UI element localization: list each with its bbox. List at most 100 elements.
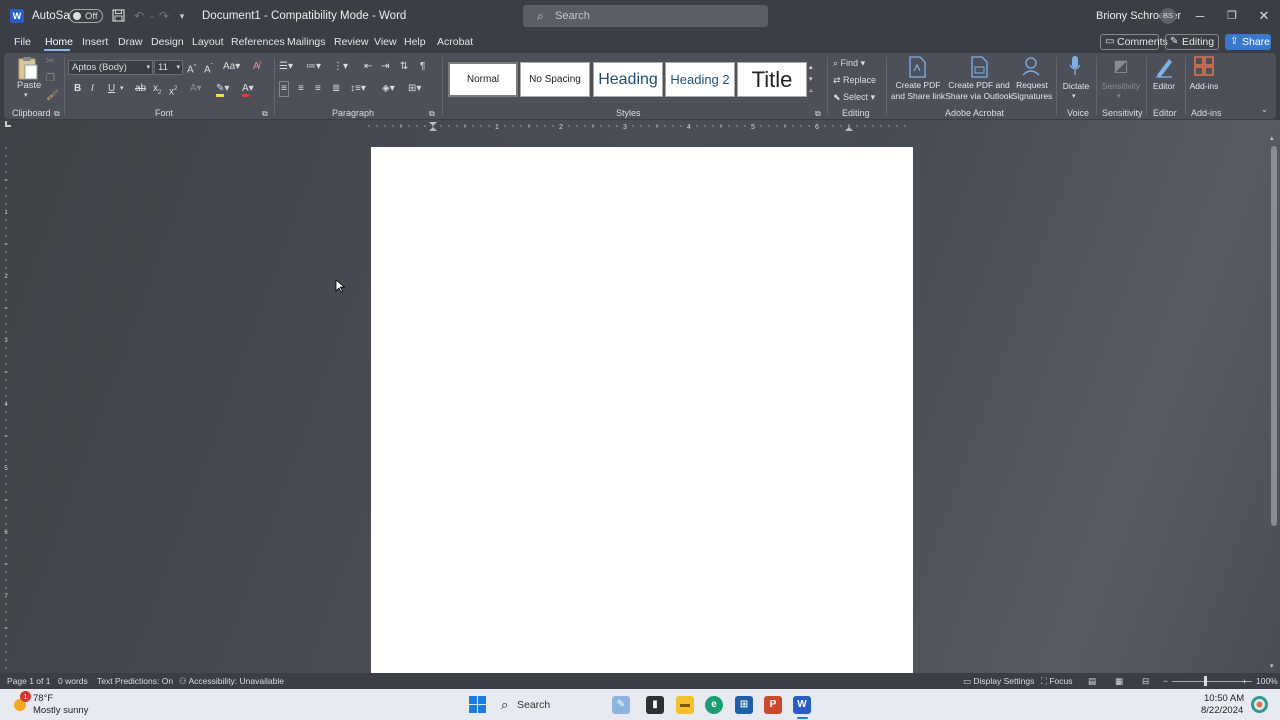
weather-temp[interactable]: 78°F: [33, 693, 53, 704]
bullets-icon[interactable]: ☰▾: [279, 60, 293, 74]
share-button[interactable]: ⇪ Share: [1225, 34, 1271, 50]
select-button[interactable]: ⬉ Select ▾: [833, 90, 875, 104]
task-view-icon[interactable]: ▮: [646, 696, 664, 714]
search-box[interactable]: ⌕: [523, 5, 768, 27]
copilot-icon[interactable]: [1251, 696, 1268, 716]
document-page[interactable]: [371, 147, 913, 673]
scroll-up-icon[interactable]: ▴: [1270, 134, 1274, 142]
zoom-level[interactable]: 100%: [1256, 676, 1278, 686]
tab-home[interactable]: Home: [45, 36, 73, 48]
dictate-dropdown-icon[interactable]: ▾: [1072, 90, 1076, 104]
vertical-scrollbar[interactable]: ▴ ▾: [1270, 134, 1278, 672]
collapse-ribbon-icon[interactable]: ⌄: [1261, 103, 1268, 117]
tab-help[interactable]: Help: [404, 36, 426, 48]
replace-button[interactable]: ⇄ Replace: [833, 73, 876, 87]
scrollbar-thumb[interactable]: [1271, 146, 1277, 526]
zoom-out-icon[interactable]: −: [1163, 676, 1168, 686]
weather-description[interactable]: Mostly sunny: [33, 705, 88, 716]
tab-view[interactable]: View: [374, 36, 397, 48]
align-right-icon[interactable]: ≡: [315, 82, 321, 96]
comments-button[interactable]: ▭ Comments: [1100, 34, 1168, 50]
numbering-icon[interactable]: ≔▾: [306, 60, 321, 74]
style-heading-2[interactable]: Heading 2: [665, 62, 735, 97]
styles-more-icon[interactable]: ⩡: [809, 85, 813, 99]
add-ins-icon[interactable]: [1192, 55, 1216, 79]
autosave-toggle[interactable]: Off: [69, 9, 103, 23]
strikethrough-icon[interactable]: ab: [135, 82, 146, 96]
tab-mailings[interactable]: Mailings: [287, 36, 326, 48]
italic-icon[interactable]: I: [91, 82, 94, 96]
decrease-indent-icon[interactable]: ⇤: [364, 60, 372, 74]
shrink-font-icon[interactable]: Aˇ: [204, 60, 213, 77]
dictate-label[interactable]: Dictate: [1059, 81, 1093, 92]
style-no-spacing[interactable]: No Spacing: [520, 62, 590, 97]
tab-design[interactable]: Design: [151, 36, 184, 48]
restore-button[interactable]: ❐: [1218, 6, 1246, 26]
save-icon[interactable]: [111, 9, 125, 23]
sort-icon[interactable]: ⇅: [400, 60, 408, 74]
borders-icon[interactable]: ⊞▾: [408, 82, 421, 96]
accessibility-status[interactable]: ⚇ Accessibility: Unavailable: [179, 676, 284, 687]
format-painter-icon[interactable]: 🖌: [46, 89, 59, 103]
edge-browser-icon[interactable]: e: [705, 696, 723, 714]
styles-launcher-icon[interactable]: ⧉: [815, 107, 821, 121]
clipboard-launcher-icon[interactable]: ⧉: [54, 107, 60, 121]
editor-label[interactable]: Editor: [1147, 81, 1181, 92]
zoom-slider[interactable]: [1172, 681, 1252, 682]
highlight-icon[interactable]: ✎▾: [216, 82, 229, 97]
grow-font-icon[interactable]: A^: [187, 60, 197, 77]
bold-icon[interactable]: B: [74, 82, 81, 96]
clear-formatting-icon[interactable]: A̸: [253, 60, 260, 74]
text-predictions-status[interactable]: Text Predictions: On: [97, 676, 173, 686]
clock-date[interactable]: 8/22/2024: [1201, 705, 1243, 716]
text-effects-icon[interactable]: A▾: [190, 82, 202, 96]
superscript-icon[interactable]: x2: [169, 82, 177, 99]
align-center-icon[interactable]: ≡: [298, 82, 304, 96]
word-taskbar-icon[interactable]: W: [793, 696, 811, 714]
file-explorer-icon[interactable]: ▬: [676, 696, 694, 714]
page-count[interactable]: Page 1 of 1: [7, 676, 50, 686]
style-normal[interactable]: Normal: [448, 62, 518, 97]
read-mode-icon[interactable]: ▤: [1088, 676, 1096, 687]
editing-mode-button[interactable]: ✎ Editing ▾: [1165, 34, 1219, 61]
increase-indent-icon[interactable]: ⇥: [381, 60, 389, 74]
word-app-icon[interactable]: W: [10, 9, 24, 23]
tab-file[interactable]: File: [14, 36, 31, 48]
font-launcher-icon[interactable]: ⧉: [262, 107, 268, 121]
create-pdf-outlook-button[interactable]: [966, 55, 992, 79]
focus-button[interactable]: ⛶ Focus: [1041, 676, 1072, 687]
microphone-icon[interactable]: [1065, 55, 1085, 79]
tab-layout[interactable]: Layout: [192, 36, 224, 48]
font-color-icon[interactable]: A▾: [242, 82, 254, 97]
minimize-button[interactable]: ─: [1186, 6, 1214, 26]
copy-icon[interactable]: ❐: [46, 72, 55, 86]
customize-toolbar-icon[interactable]: ▾: [175, 9, 189, 23]
line-spacing-icon[interactable]: ↕≡▾: [350, 82, 366, 96]
widgets-icon[interactable]: ✎: [612, 696, 630, 714]
redo-icon[interactable]: ↷: [157, 9, 171, 23]
powerpoint-icon[interactable]: P: [764, 696, 782, 714]
tab-review[interactable]: Review: [334, 36, 368, 48]
editor-icon[interactable]: [1152, 55, 1176, 79]
clock-time[interactable]: 10:50 AM: [1204, 693, 1244, 704]
multilevel-list-icon[interactable]: ⋮▾: [333, 60, 348, 74]
store-icon[interactable]: ⊞: [735, 696, 753, 714]
paragraph-launcher-icon[interactable]: ⧉: [429, 107, 435, 121]
underline-icon[interactable]: U: [108, 82, 115, 96]
paste-dropdown-icon[interactable]: ▾: [24, 89, 28, 103]
font-name-select[interactable]: Aptos (Body) ▾: [68, 60, 153, 75]
search-input[interactable]: [555, 8, 755, 24]
zoom-slider-knob[interactable]: [1204, 676, 1207, 686]
zoom-in-icon[interactable]: +: [1242, 676, 1247, 686]
cut-icon[interactable]: ✂: [46, 55, 54, 69]
align-left-icon[interactable]: ≡: [279, 81, 289, 97]
underline-dropdown-icon[interactable]: ▾: [120, 82, 124, 96]
justify-icon[interactable]: ≣: [332, 82, 340, 96]
close-button[interactable]: ✕: [1250, 6, 1278, 26]
show-formatting-marks-icon[interactable]: ¶: [420, 60, 425, 74]
add-ins-label[interactable]: Add-ins: [1186, 81, 1222, 92]
print-layout-icon[interactable]: ▦: [1115, 676, 1123, 687]
tab-references[interactable]: References: [231, 36, 285, 48]
taskbar-search[interactable]: ⌕: [493, 694, 601, 716]
display-settings-button[interactable]: ▭ Display Settings: [963, 676, 1034, 687]
